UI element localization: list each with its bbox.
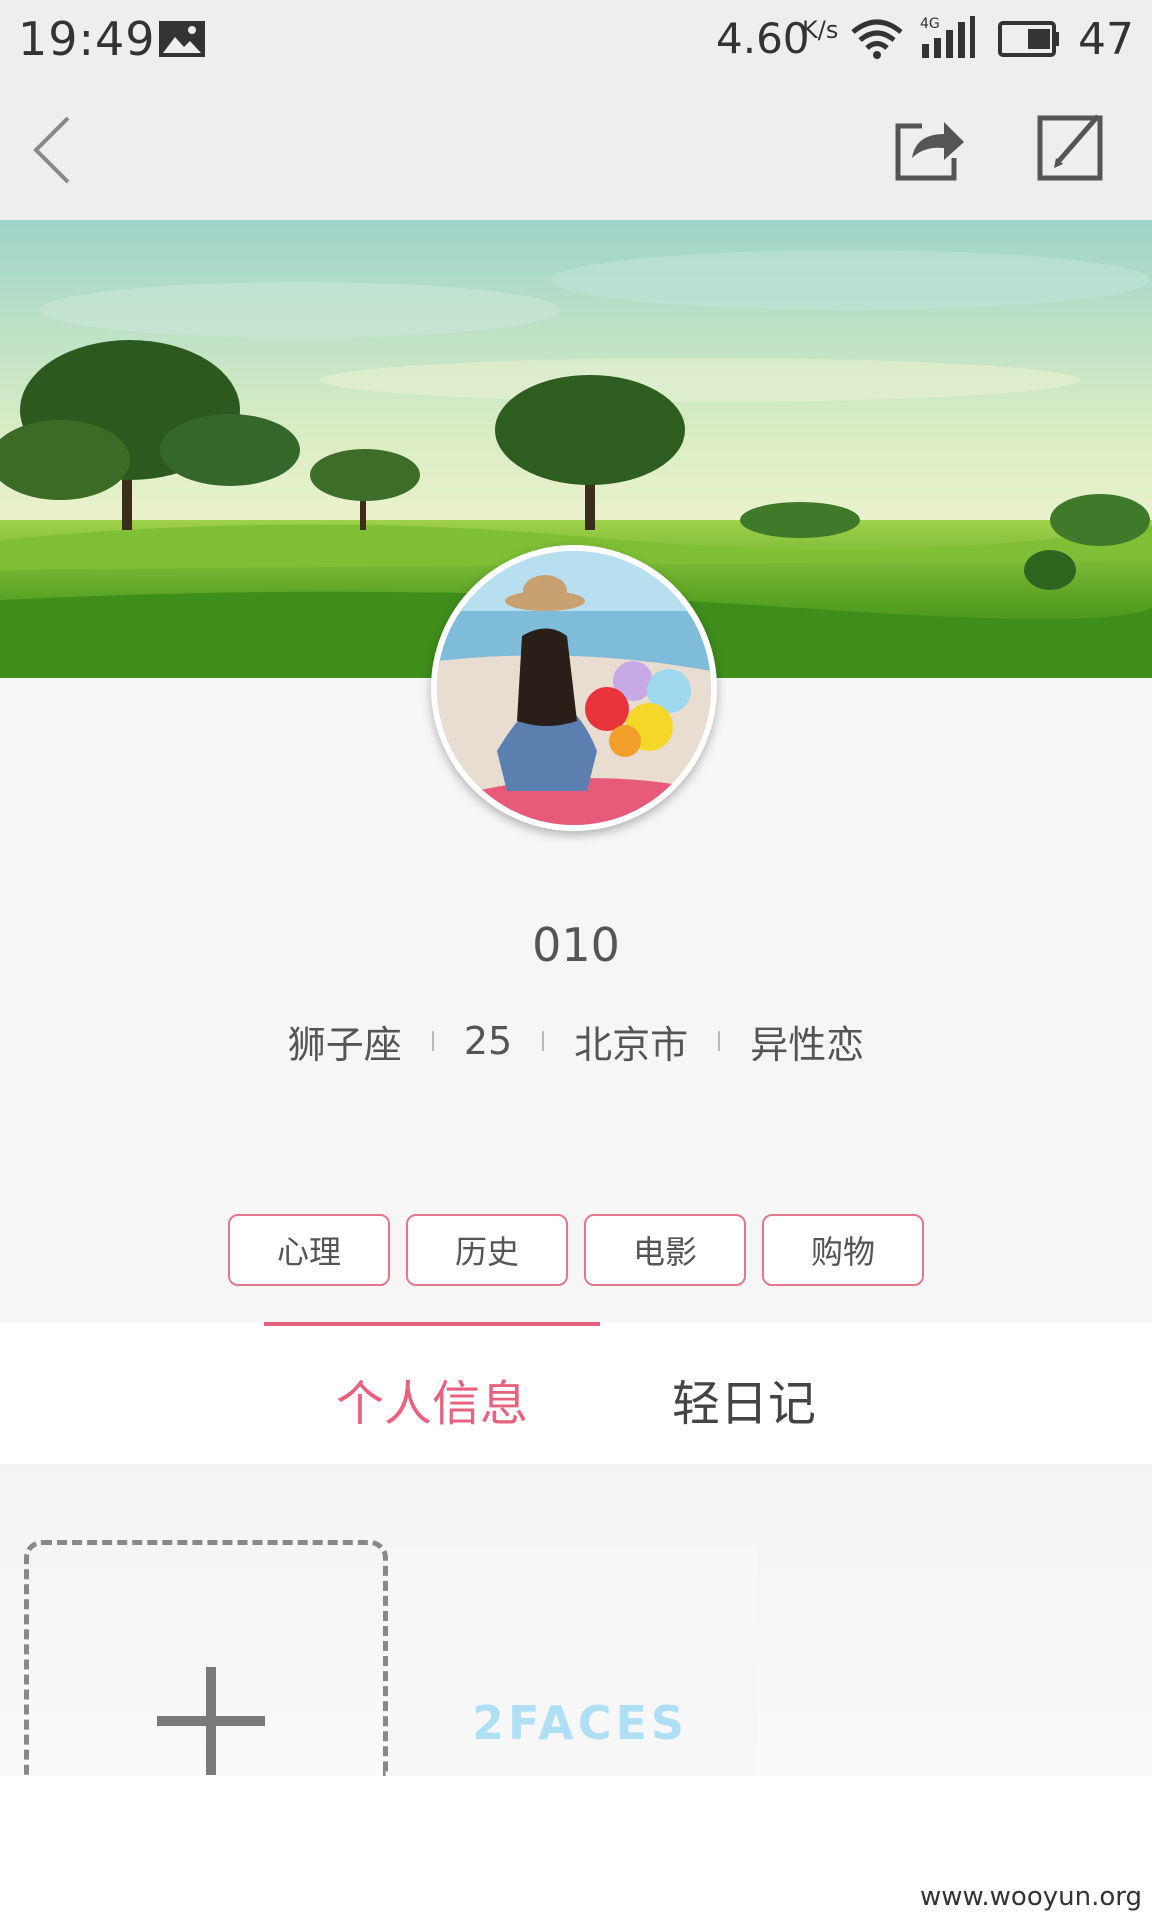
- battery-icon: [998, 21, 1059, 57]
- age-label: 25: [463, 1019, 513, 1063]
- orientation-label: 异性恋: [750, 1022, 865, 1067]
- profile-meta: 狮子座 25 北京市 异性恋: [0, 1016, 1152, 1067]
- tag-history[interactable]: 历史: [406, 1214, 568, 1286]
- edit-icon[interactable]: [1036, 110, 1106, 182]
- back-icon[interactable]: [28, 110, 84, 190]
- brand-logo: 2FACES: [472, 1696, 689, 1750]
- status-time: 19:49: [18, 12, 156, 66]
- tab-bar: 个人信息 轻日记: [0, 1322, 1152, 1464]
- tab-light-diary[interactable]: 轻日记: [672, 1364, 816, 1434]
- username: 010: [532, 918, 620, 972]
- tag-shopping[interactable]: 购物: [762, 1214, 924, 1286]
- avatar[interactable]: [431, 545, 717, 831]
- network-speed: 4.60: [716, 14, 810, 63]
- status-bar: 19:49 4.60 K/s 4G 47: [0, 0, 1152, 80]
- photo-grid: 2FACES: [0, 1464, 1152, 1776]
- interest-tags: 心理 历史 电影 购物: [0, 1214, 1152, 1286]
- avatar-image: [437, 551, 711, 825]
- network-speed-unit: K/s: [802, 16, 839, 44]
- active-tab-indicator: [264, 1322, 600, 1326]
- zodiac-label: 狮子座: [287, 1022, 402, 1067]
- wifi-icon: [851, 19, 903, 59]
- share-icon[interactable]: [892, 112, 968, 184]
- tag-movies[interactable]: 电影: [584, 1214, 746, 1286]
- toolbar: [0, 80, 1152, 220]
- city-label: 北京市: [574, 1022, 689, 1067]
- photo-tile[interactable]: 2FACES: [388, 1548, 758, 1776]
- add-photo-button[interactable]: [24, 1540, 388, 1776]
- tab-personal-info[interactable]: 个人信息: [336, 1364, 528, 1434]
- network-type-label: 4G: [920, 16, 940, 32]
- image-icon: [159, 21, 205, 57]
- watermark: www.wooyun.org: [919, 1882, 1142, 1912]
- plus-icon: [157, 1667, 265, 1775]
- signal-icon: 4G: [920, 16, 975, 58]
- tag-psychology[interactable]: 心理: [228, 1214, 390, 1286]
- battery-level: 47: [1078, 14, 1134, 65]
- bottom-area: www.wooyun.org: [0, 1776, 1152, 1920]
